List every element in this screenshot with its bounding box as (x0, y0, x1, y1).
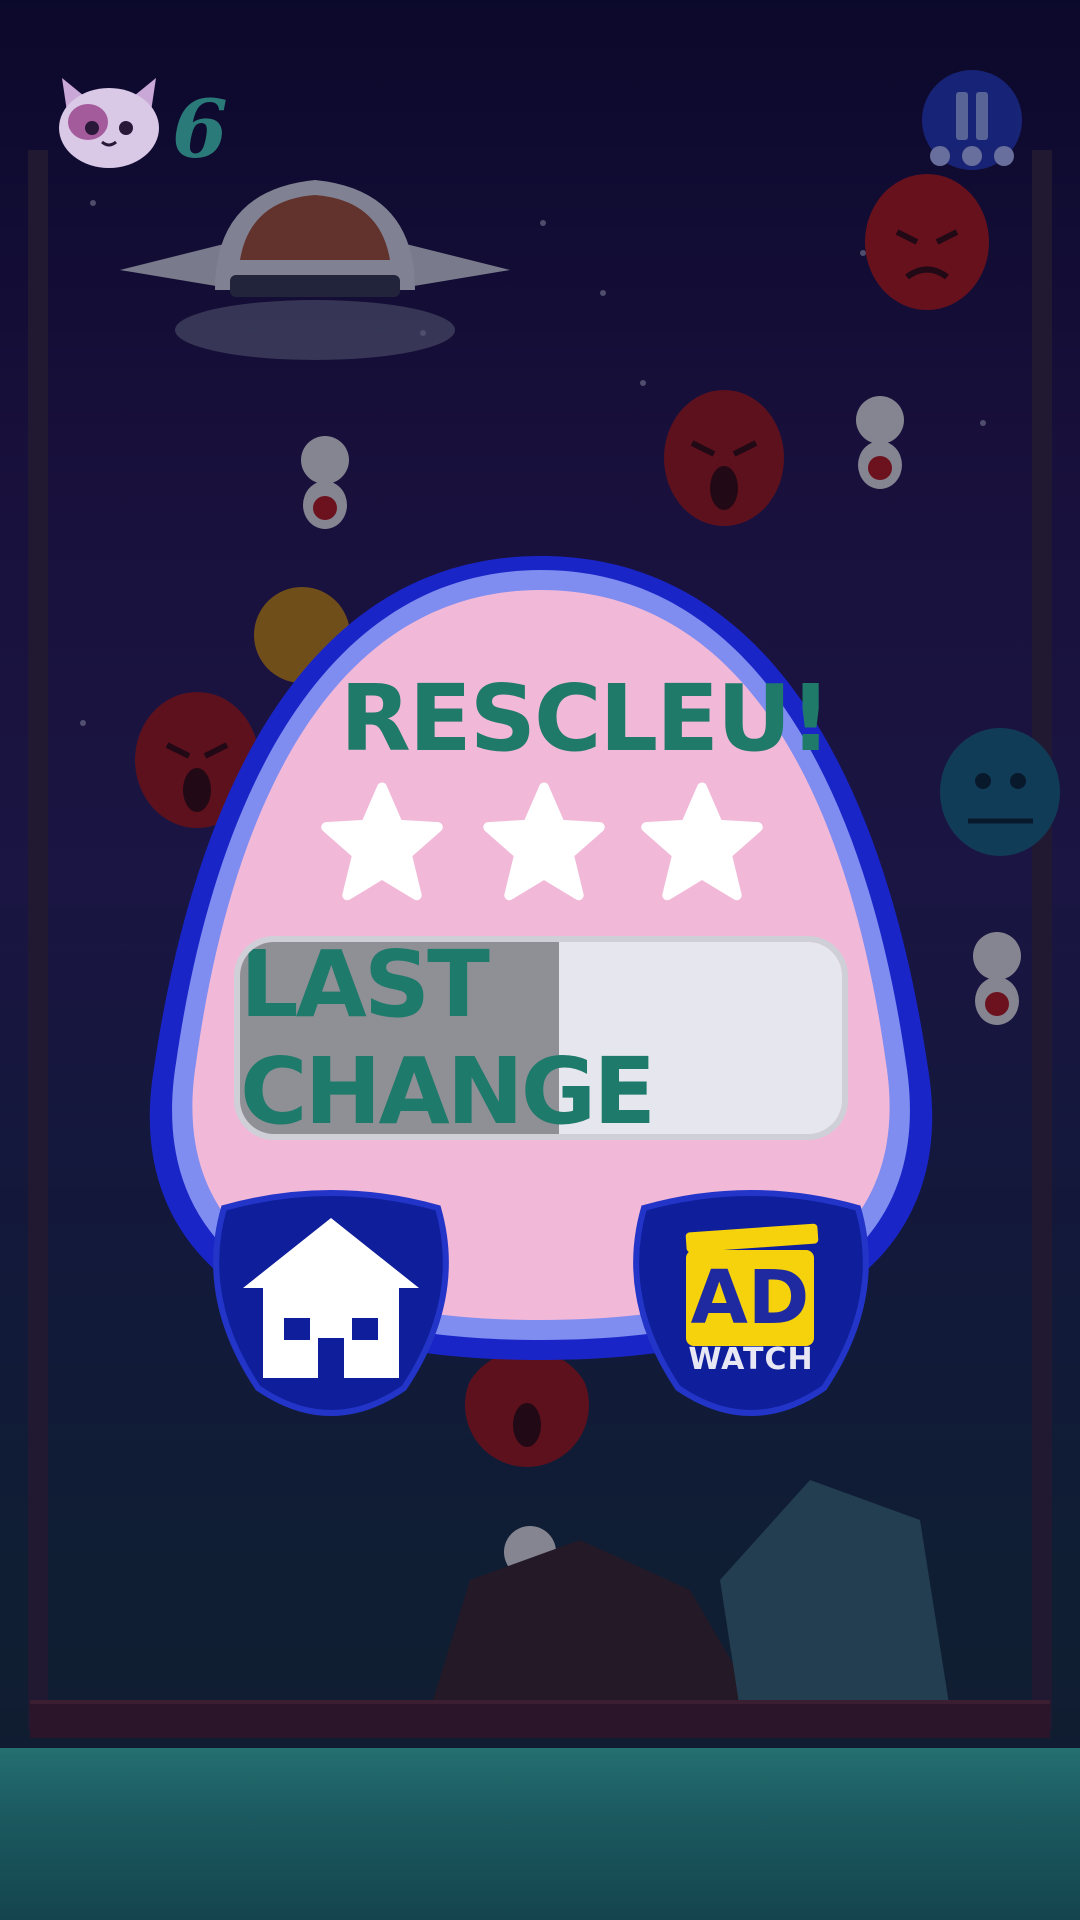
pause-icon-bar (976, 92, 988, 140)
dot (930, 146, 950, 166)
last-chance-label: LAST CHANGE (240, 936, 656, 1140)
pause-dots (930, 146, 1014, 168)
dot (994, 146, 1014, 166)
last-chance-button[interactable]: LAST CHANGE (234, 936, 848, 1140)
watch-label: WATCH (688, 1342, 814, 1377)
home-button[interactable] (204, 1188, 458, 1420)
star-icon (321, 782, 443, 901)
score-counter: 6 (172, 82, 228, 176)
star-icon (483, 782, 605, 901)
star-icon (641, 782, 763, 901)
pause-button[interactable] (922, 70, 1022, 170)
star-rating (320, 780, 770, 910)
ad-label: AD (690, 1255, 810, 1341)
dot (962, 146, 982, 166)
watch-ad-button[interactable]: AD WATCH (624, 1188, 878, 1420)
dialog-title: RESCLEU! (340, 665, 832, 772)
cat-head-icon (59, 78, 159, 168)
pause-icon (956, 92, 968, 140)
